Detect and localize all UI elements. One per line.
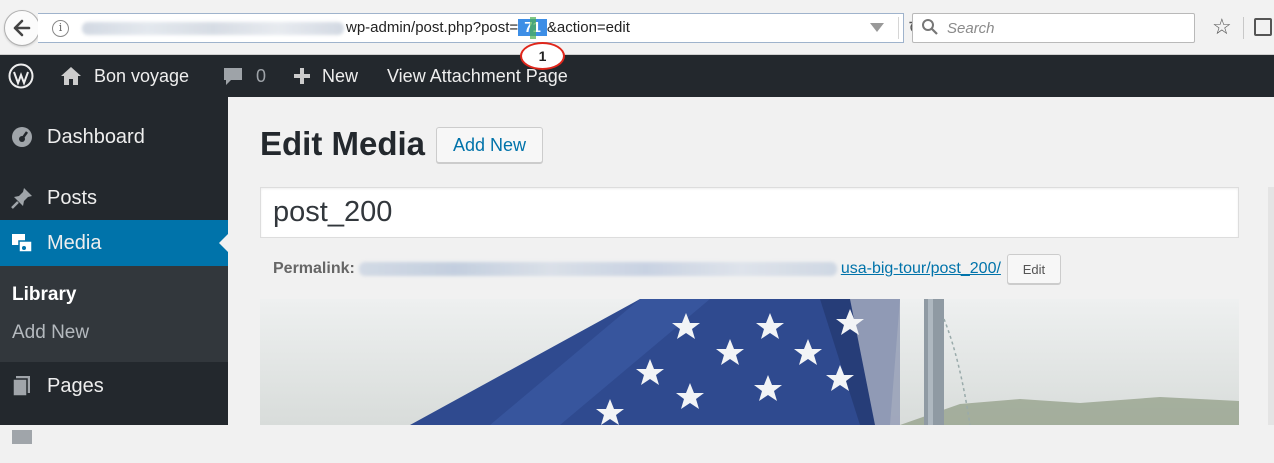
toolbar-divider xyxy=(1243,17,1244,39)
sidebar-item-media[interactable]: Media xyxy=(0,220,228,266)
permalink-domain-redacted xyxy=(358,262,837,276)
url-divider xyxy=(898,17,899,39)
new-label: New xyxy=(322,65,359,86)
main-content: Edit Media Add New post_200 Permalink: u… xyxy=(228,97,1274,425)
step-callout: 1 xyxy=(520,42,565,70)
comments-menu-icon xyxy=(10,427,34,451)
browser-toolbar: i wp-admin/post.php?post=71&action=edit … xyxy=(0,0,1274,70)
plus-icon xyxy=(294,68,310,84)
site-name-label: Bon voyage xyxy=(94,65,190,86)
comments-count: 0 xyxy=(256,65,267,86)
pages-icon xyxy=(10,374,34,398)
edit-slug-button[interactable]: Edit xyxy=(1006,254,1061,284)
side-panel-edge xyxy=(1268,187,1274,425)
sidebar-item-pages[interactable]: Pages xyxy=(0,362,228,410)
dashboard-gauge-icon xyxy=(10,125,34,149)
permalink-row: Permalink: usa-big-tour/post_200/ Edit xyxy=(273,254,1061,284)
url-path: wp-admin/post.php?post= xyxy=(346,19,519,36)
url-history-dropdown-icon[interactable] xyxy=(870,23,884,32)
pushpin-icon xyxy=(10,186,34,210)
new-content-link[interactable]: New xyxy=(292,55,358,97)
address-bar[interactable]: i wp-admin/post.php?post=71&action=edit … xyxy=(38,13,923,43)
add-new-button[interactable]: Add New xyxy=(436,127,543,163)
wordpress-logo-icon xyxy=(8,63,34,89)
reading-list-icon[interactable] xyxy=(1254,18,1272,36)
comments-link[interactable]: 0 xyxy=(222,55,266,97)
permalink-label: Permalink: xyxy=(273,260,355,277)
page-title: Edit Media xyxy=(260,125,426,162)
home-icon xyxy=(61,67,81,85)
post-title-input[interactable]: post_200 xyxy=(260,187,1239,238)
flag-photo xyxy=(260,299,1239,425)
media-submenu: Library Add New xyxy=(0,266,228,362)
info-icon[interactable]: i xyxy=(52,20,69,37)
sidebar-item-label: Media xyxy=(47,231,102,254)
search-input[interactable]: Search xyxy=(912,13,1195,43)
sidebar-item-label: Pages xyxy=(47,374,104,397)
attachment-image xyxy=(260,299,1239,425)
sidebar-item-posts[interactable]: Posts xyxy=(0,174,228,222)
url-domain-redacted xyxy=(82,22,344,35)
permalink-link[interactable]: usa-big-tour/post_200/ xyxy=(841,260,1001,278)
sidebar-item-dashboard[interactable]: Dashboard xyxy=(0,113,228,161)
bookmark-star-icon[interactable]: ☆ xyxy=(1212,14,1232,40)
sidebar-item-label: Dashboard xyxy=(47,125,145,148)
submenu-item-add-new[interactable]: Add New xyxy=(12,322,89,344)
cursor-marker xyxy=(530,17,536,39)
admin-sidebar: Dashboard Posts Media Library Add New Pa… xyxy=(0,97,228,444)
search-placeholder: Search xyxy=(947,20,995,37)
media-icon xyxy=(10,231,34,255)
submenu-item-library[interactable]: Library xyxy=(12,284,76,306)
wp-admin-bar: Bon voyage 0 New View Attachment Page xyxy=(0,55,1274,97)
sidebar-item-label: Posts xyxy=(47,186,98,209)
wp-logo-menu[interactable] xyxy=(8,55,34,97)
back-button[interactable] xyxy=(4,10,40,46)
back-arrow-icon xyxy=(13,19,31,37)
search-icon xyxy=(922,19,938,35)
url-text[interactable]: wp-admin/post.php?post=71&action=edit xyxy=(346,19,630,36)
comment-bubble-icon xyxy=(224,68,242,85)
url-query-tail: &action=edit xyxy=(546,19,630,36)
sidebar-item-partial[interactable] xyxy=(0,415,228,463)
site-name-link[interactable]: Bon voyage xyxy=(60,55,189,97)
